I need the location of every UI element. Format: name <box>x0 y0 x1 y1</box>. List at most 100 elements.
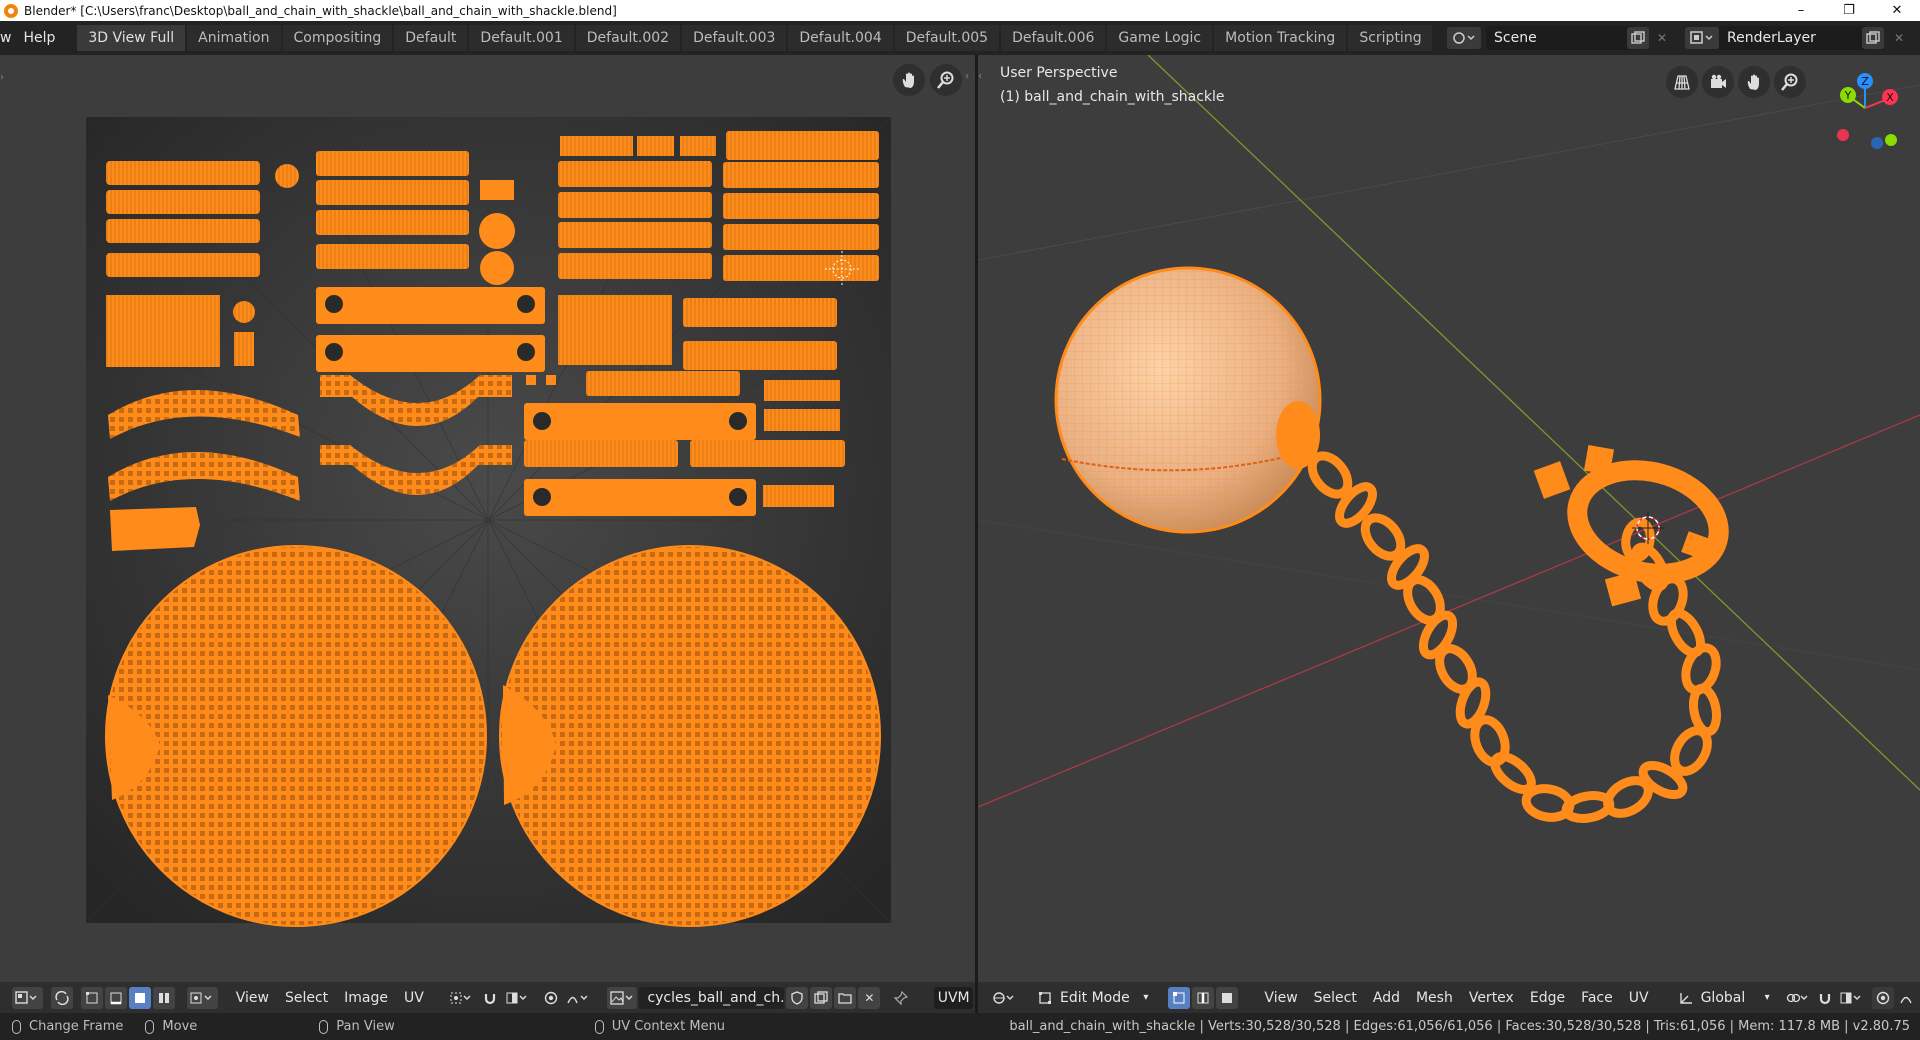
viewport-snap-target[interactable] <box>1838 987 1864 1009</box>
transform-orientation-dropdown[interactable]: Global ▾ <box>1673 987 1776 1009</box>
face-select-toggle[interactable] <box>1216 986 1239 1009</box>
workspace-tab-animation[interactable]: Animation <box>187 25 281 51</box>
viewport-menu-edge[interactable]: Edge <box>1522 990 1573 1006</box>
uv-pan-button[interactable] <box>893 64 925 96</box>
scene-remove-button[interactable]: ✕ <box>1651 27 1673 49</box>
uv-menu-view[interactable]: View <box>228 990 277 1006</box>
uv-menu-uv[interactable]: UV <box>396 990 432 1006</box>
new-image-button[interactable] <box>810 986 833 1009</box>
viewport-menu-select[interactable]: Select <box>1306 990 1365 1006</box>
gizmo-neg-x[interactable] <box>1837 129 1849 141</box>
viewport-canvas[interactable] <box>978 55 1920 982</box>
renderlayer-remove-button[interactable]: ✕ <box>1888 27 1910 49</box>
chevron-down-icon: ▾ <box>1764 992 1770 1003</box>
toolbar-expand-arrow[interactable]: › <box>0 71 8 85</box>
proportional-edit-toggle[interactable] <box>540 987 562 1009</box>
viewport-menu-add[interactable]: Add <box>1365 990 1408 1006</box>
menu-window[interactable]: w <box>0 30 15 46</box>
workspace-tab-motion-tracking[interactable]: Motion Tracking <box>1214 25 1347 51</box>
pin-image-toggle[interactable] <box>890 987 912 1009</box>
uv-editor[interactable]: › ‹ <box>0 55 975 982</box>
scene-browse-button[interactable] <box>1447 27 1481 49</box>
gizmo-neg-y[interactable] <box>1885 134 1897 146</box>
gizmo-neg-z[interactable] <box>1871 137 1883 149</box>
close-icon: ✕ <box>1656 31 1668 45</box>
uv-menu-select[interactable]: Select <box>277 990 336 1006</box>
restore-button[interactable]: ❐ <box>1826 0 1872 21</box>
uv-menu-image[interactable]: Image <box>336 990 396 1006</box>
image-browse-button[interactable] <box>606 986 638 1009</box>
window-title: Blender* [C:\Users\franc\Desktop\ball_an… <box>24 3 617 18</box>
status-move: Move <box>145 1019 197 1034</box>
viewport-pan-button[interactable] <box>1738 66 1770 98</box>
ball-mesh[interactable] <box>1054 266 1322 534</box>
viewport-snap-toggle[interactable] <box>1814 987 1836 1009</box>
sidebar-expand-arrow[interactable]: ‹ <box>965 71 973 85</box>
viewport-menu-view[interactable]: View <box>1256 990 1305 1006</box>
viewport-menu-uv[interactable]: UV <box>1621 990 1657 1006</box>
snap-target-dropdown[interactable] <box>503 987 532 1009</box>
pivot-point-dropdown[interactable] <box>1784 987 1812 1009</box>
workspace-tab-scripting[interactable]: Scripting <box>1348 25 1433 51</box>
workspace-tab-default-001[interactable]: Default.001 <box>469 25 574 51</box>
viewport-proportional-edit[interactable] <box>1872 986 1894 1009</box>
renderlayer-copy-button[interactable] <box>1862 27 1884 49</box>
sticky-selection-dropdown[interactable] <box>186 986 218 1009</box>
viewport-falloff[interactable] <box>1896 987 1918 1009</box>
edge-select-mode[interactable] <box>104 986 127 1009</box>
scene-copy-button[interactable] <box>1627 27 1649 49</box>
scene-name-field[interactable]: Scene <box>1486 26 1634 50</box>
vertex-select-toggle[interactable] <box>1168 986 1191 1009</box>
workspace-tab-game-logic[interactable]: Game Logic <box>1107 25 1213 51</box>
uv-editor-icon <box>15 990 37 1004</box>
minimize-button[interactable]: – <box>1778 0 1824 21</box>
falloff-dropdown[interactable] <box>564 987 593 1009</box>
viewport-menu-vertex[interactable]: Vertex <box>1461 990 1522 1006</box>
sync-selection-button[interactable] <box>50 986 73 1009</box>
viewport-menu-face[interactable]: Face <box>1573 990 1621 1006</box>
workspace-tab-compositing[interactable]: Compositing <box>282 25 393 51</box>
chain-mesh[interactable] <box>1305 449 1722 823</box>
menu-help[interactable]: Help <box>15 30 63 46</box>
uv-zoom-button[interactable] <box>930 64 962 96</box>
viewport-editor-type-button[interactable] <box>990 987 1018 1009</box>
workspace-tab-default-006[interactable]: Default.006 <box>1001 25 1106 51</box>
copy-icon <box>1866 31 1880 44</box>
edge-select-toggle[interactable] <box>1192 986 1215 1009</box>
viewport-menu-mesh[interactable]: Mesh <box>1408 990 1461 1006</box>
island-select-mode[interactable] <box>152 986 175 1009</box>
pivot-dropdown[interactable] <box>446 987 477 1009</box>
unlink-image-button[interactable]: ✕ <box>858 986 881 1009</box>
mode-dropdown[interactable]: Edit Mode ▾ <box>1032 986 1155 1009</box>
fake-user-toggle[interactable] <box>786 986 809 1009</box>
gizmo-x-label: X <box>1886 91 1894 104</box>
orientation-gizmo[interactable]: Z Y X <box>1820 63 1910 153</box>
editor-type-button[interactable] <box>12 986 43 1009</box>
workspace-tab-default-002[interactable]: Default.002 <box>575 25 681 51</box>
open-image-button[interactable] <box>834 986 857 1009</box>
pivot-icon <box>450 992 471 1003</box>
snap-toggle[interactable] <box>479 987 501 1009</box>
close-window-button[interactable]: ✕ <box>1874 0 1920 21</box>
workspace-tab-default-004[interactable]: Default.004 <box>788 25 893 51</box>
camera-view-button[interactable] <box>1702 66 1734 98</box>
status-uv-context-menu: UV Context Menu <box>594 1019 725 1034</box>
workspace-tab-default[interactable]: Default <box>394 25 468 51</box>
vertex-select-mode[interactable] <box>80 986 103 1009</box>
toggle-grid-button[interactable] <box>1666 66 1698 98</box>
viewport-zoom-button[interactable] <box>1774 66 1806 98</box>
uv-map-field[interactable]: UVM <box>934 986 973 1009</box>
falloff-icon <box>1900 996 1912 1003</box>
workspace-tab-default-003[interactable]: Default.003 <box>682 25 787 51</box>
uv-editor-header: View Select Image UV cycles_ball_and_ch.… <box>0 982 975 1013</box>
render-layer-field[interactable]: RenderLayer <box>1719 26 1867 50</box>
3d-viewport[interactable]: User Perspective (1) ball_and_chain_with… <box>978 55 1920 982</box>
workspace-tab-3d-view-full[interactable]: 3D View Full <box>77 25 186 51</box>
face-select-mode[interactable] <box>128 986 151 1009</box>
image-name-field[interactable]: cycles_ball_and_ch.. <box>639 986 789 1009</box>
edge-mode-icon <box>1197 992 1209 1003</box>
renderlayer-browse-button[interactable] <box>1685 27 1719 49</box>
workspace-tab-default-005[interactable]: Default.005 <box>894 25 1000 51</box>
uv-canvas[interactable] <box>0 55 975 982</box>
viewport-toolbar-arrow[interactable]: ‹ <box>978 71 986 85</box>
